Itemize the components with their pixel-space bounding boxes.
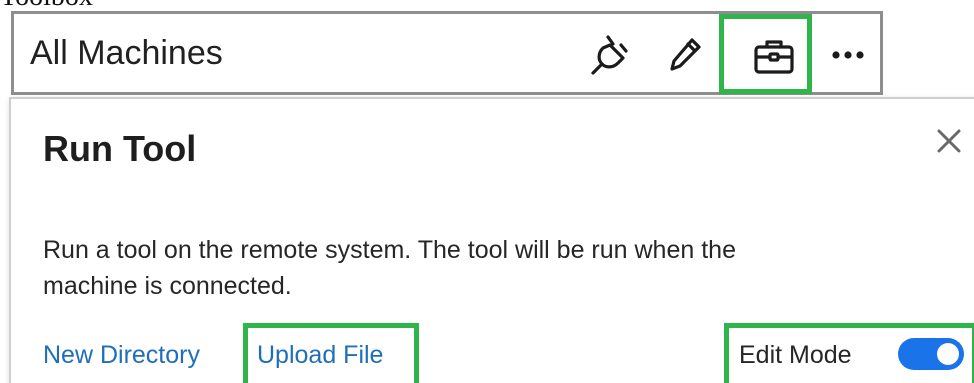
more-icon [832, 51, 864, 59]
toolbox-button[interactable] [731, 19, 817, 93]
more-options-button[interactable] [820, 26, 876, 84]
edit-mode-label: Edit Mode [739, 341, 852, 369]
toggle-knob [937, 343, 959, 365]
plug-icon [591, 35, 628, 75]
run-tool-panel: Run Tool Run a tool on the remote system… [9, 97, 974, 383]
machines-header: All Machines [11, 11, 883, 95]
edit-mode-toggle[interactable] [898, 338, 964, 370]
page: Toolbox All Machines [0, 0, 974, 383]
new-directory-link[interactable]: New Directory [43, 343, 200, 368]
close-button[interactable] [929, 121, 969, 161]
upload-file-link[interactable]: Upload File [257, 343, 383, 368]
panel-description: Run a tool on the remote system. The too… [43, 236, 736, 300]
edit-button[interactable] [658, 26, 714, 84]
pencil-icon [670, 38, 701, 71]
figure-caption: Toolbox [0, 0, 93, 11]
close-icon [937, 129, 961, 153]
connect-button[interactable] [580, 26, 638, 84]
header-title: All Machines [30, 34, 223, 72]
toolbox-icon [754, 40, 794, 74]
panel-title: Run Tool [43, 128, 197, 169]
